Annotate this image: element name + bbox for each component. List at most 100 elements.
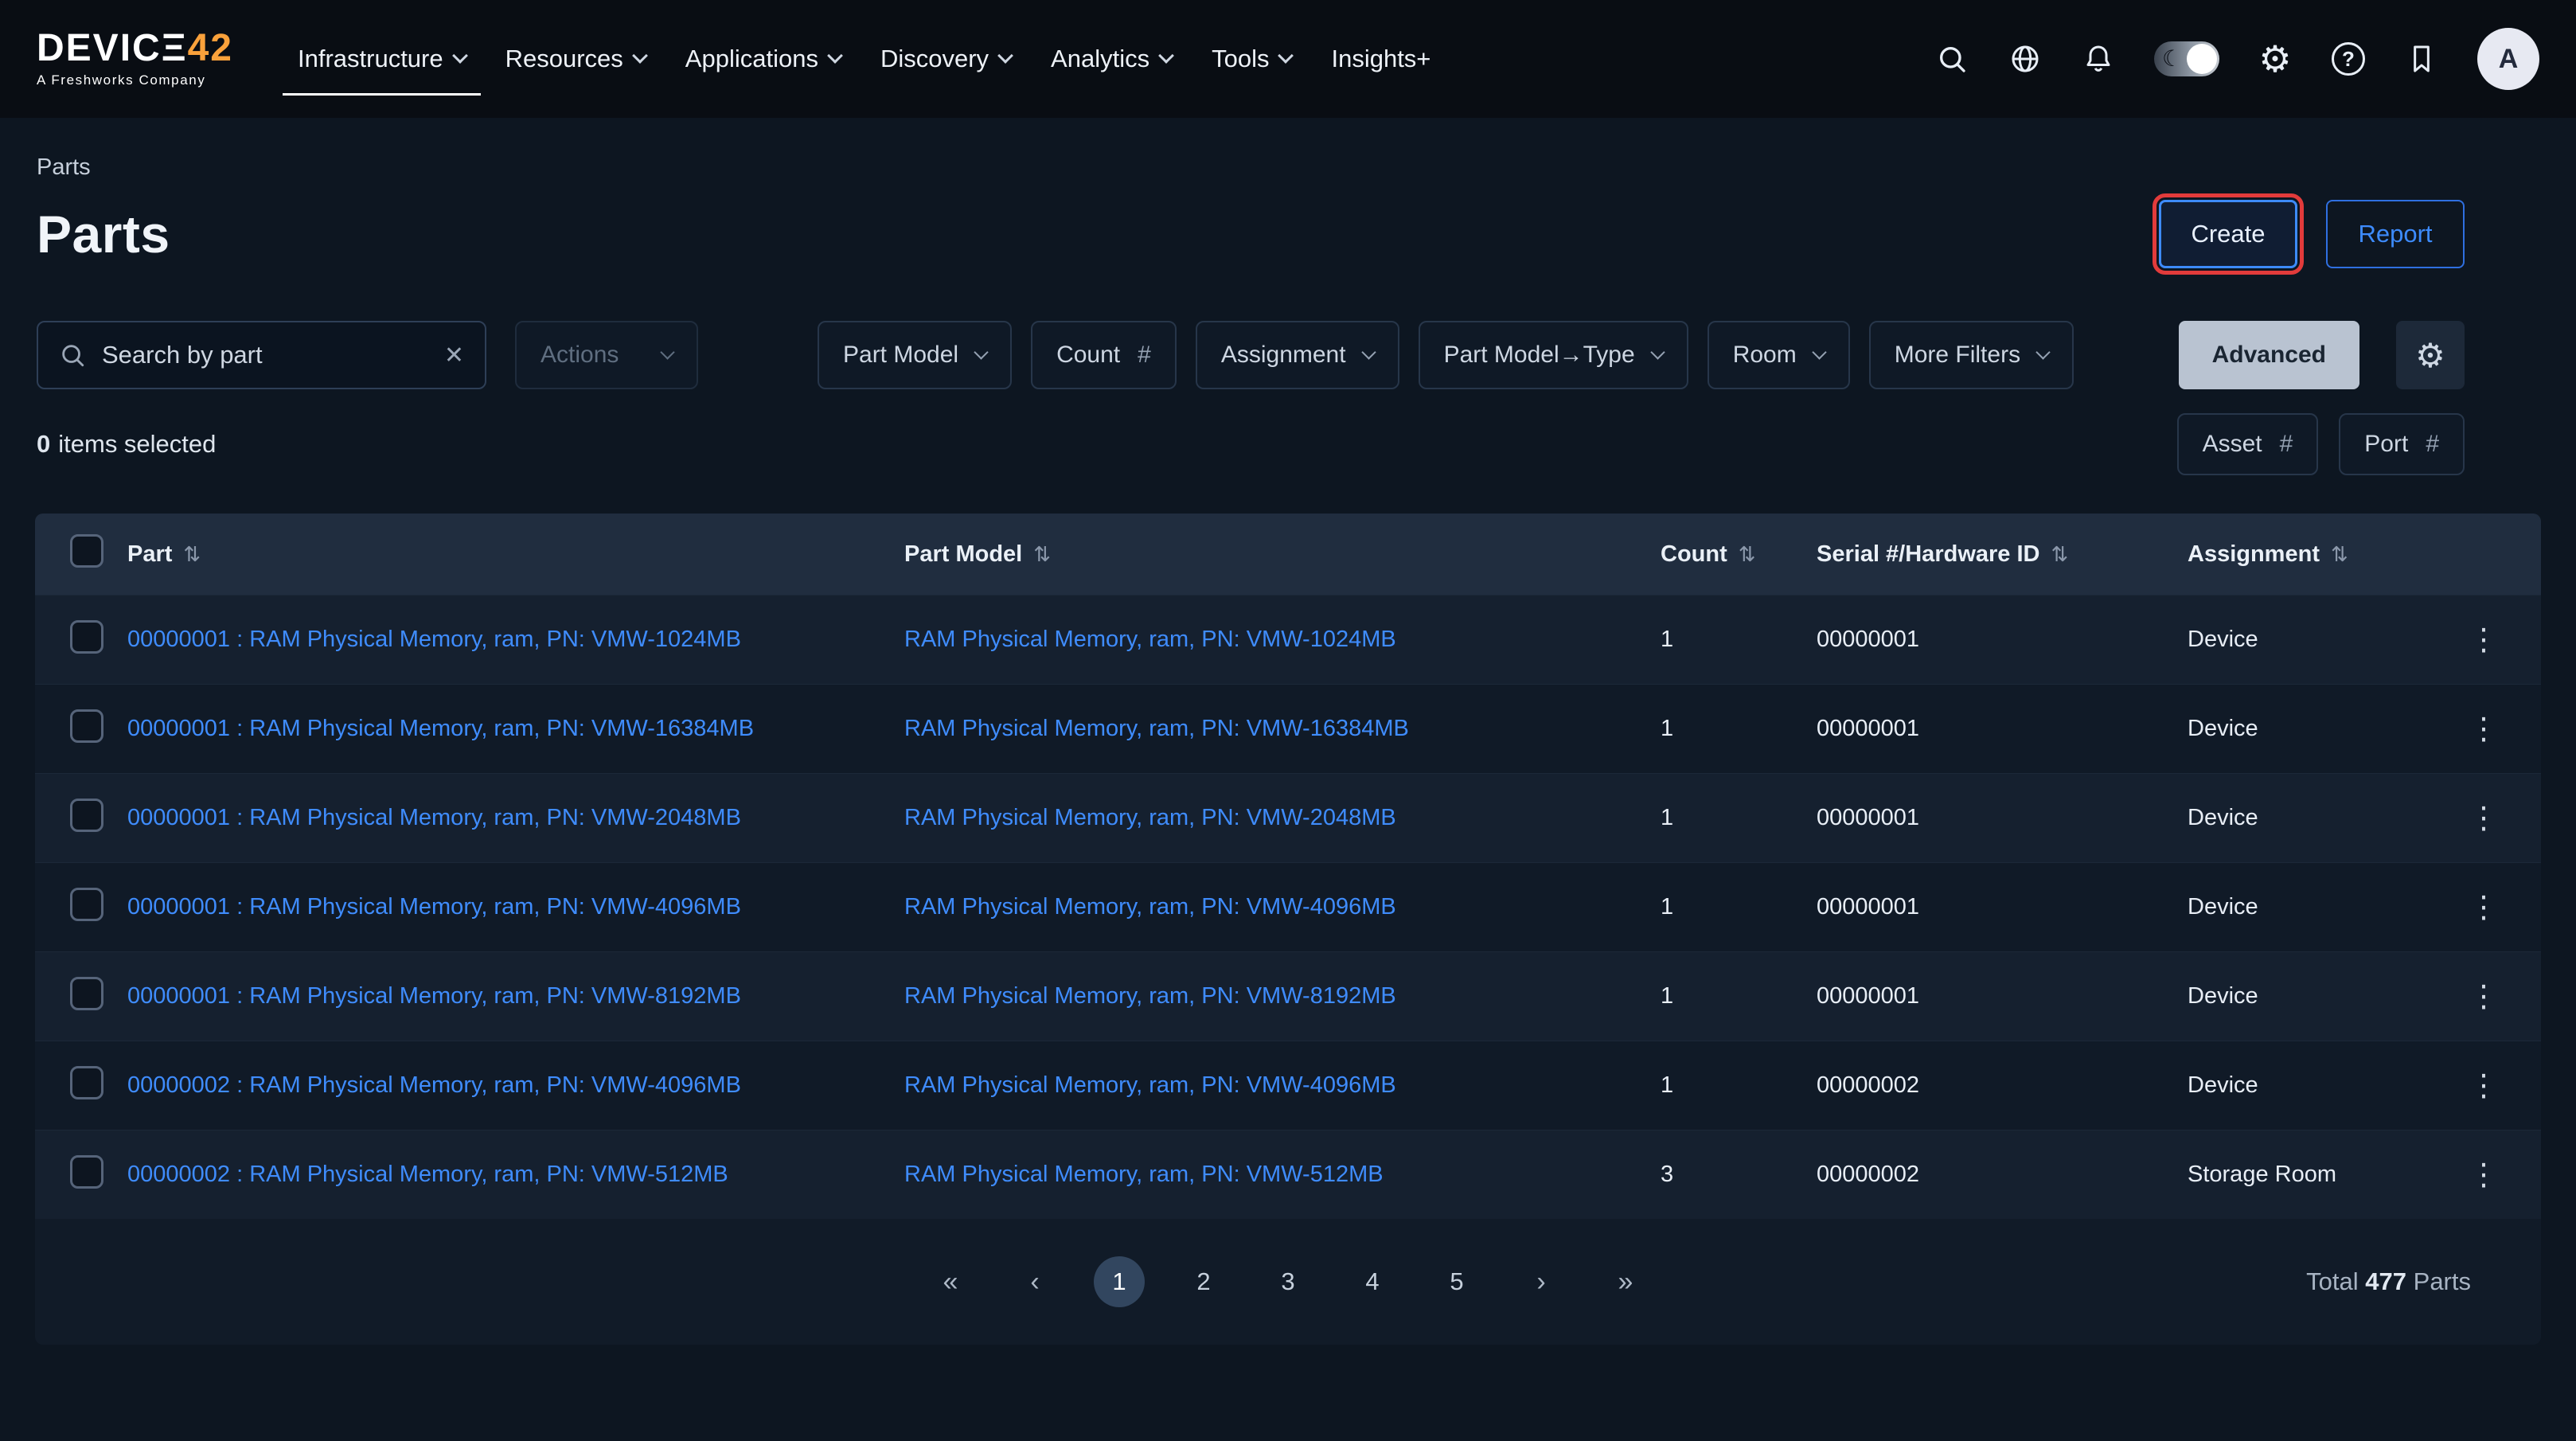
actions-dropdown[interactable]: Actions (515, 321, 698, 389)
row-menu-icon[interactable]: ⋮ (2457, 978, 2510, 1014)
nav-infrastructure[interactable]: Infrastructure (278, 0, 486, 118)
table-row: 00000002 : RAM Physical Memory, ram, PN:… (35, 1041, 2541, 1130)
prev-page-button[interactable]: ‹ (1009, 1256, 1060, 1307)
part-link[interactable]: 00000002 : RAM Physical Memory, ram, PN:… (127, 1162, 728, 1187)
nav-tools[interactable]: Tools (1192, 0, 1311, 118)
part-model-link[interactable]: RAM Physical Memory, ram, PN: VMW-1024MB (904, 627, 1396, 652)
bell-icon[interactable] (2081, 41, 2116, 76)
filter-asset[interactable]: Asset # (2177, 413, 2319, 475)
column-header-count[interactable]: Count ⇅ (1661, 541, 1817, 568)
part-model-link[interactable]: RAM Physical Memory, ram, PN: VMW-2048MB (904, 805, 1396, 830)
nav-analytics[interactable]: Analytics (1031, 0, 1192, 118)
total-count: Total 477 Parts (2306, 1267, 2471, 1296)
nav-applications[interactable]: Applications (665, 0, 861, 118)
filter-room[interactable]: Room (1708, 321, 1850, 389)
chevron-down-icon (2035, 345, 2050, 359)
filter-count[interactable]: Count # (1031, 321, 1177, 389)
filter-port[interactable]: Port # (2339, 413, 2465, 475)
row-checkbox[interactable] (70, 888, 103, 921)
filter-more-filters[interactable]: More Filters (1869, 321, 2074, 389)
column-header-part[interactable]: Part ⇅ (127, 541, 904, 568)
dark-mode-toggle[interactable]: ☾ (2154, 41, 2219, 76)
hash-icon: # (2280, 431, 2293, 458)
search-input[interactable] (102, 341, 428, 369)
row-menu-icon[interactable]: ⋮ (2457, 889, 2510, 925)
hash-icon: # (1138, 342, 1151, 369)
part-link[interactable]: 00000001 : RAM Physical Memory, ram, PN:… (127, 627, 741, 652)
part-model-link[interactable]: RAM Physical Memory, ram, PN: VMW-4096MB (904, 894, 1396, 920)
select-all-checkbox[interactable] (70, 534, 103, 568)
count-cell: 1 (1661, 716, 1817, 742)
nav-discovery[interactable]: Discovery (861, 0, 1031, 118)
advanced-button[interactable]: Advanced (2179, 321, 2359, 389)
moon-icon: ☾ (2162, 45, 2182, 72)
serial-cell: 00000001 (1817, 716, 2188, 742)
sort-icon: ⇅ (1739, 542, 1756, 567)
row-menu-icon[interactable]: ⋮ (2457, 711, 2510, 747)
serial-cell: 00000001 (1817, 627, 2188, 653)
next-page-button[interactable]: › (1516, 1256, 1567, 1307)
filter-part-model[interactable]: Part Model (818, 321, 1012, 389)
chevron-down-icon (1361, 345, 1376, 359)
count-cell: 1 (1661, 627, 1817, 653)
row-checkbox[interactable] (70, 799, 103, 832)
row-menu-icon[interactable]: ⋮ (2457, 1068, 2510, 1103)
row-menu-icon[interactable]: ⋮ (2457, 622, 2510, 658)
row-checkbox[interactable] (70, 1155, 103, 1189)
row-checkbox[interactable] (70, 620, 103, 654)
part-link[interactable]: 00000001 : RAM Physical Memory, ram, PN:… (127, 716, 754, 741)
selected-text: items selected (58, 430, 216, 458)
logo-text: DEVICΞ42 (37, 29, 233, 68)
help-icon[interactable]: ? (2331, 41, 2366, 76)
count-cell: 1 (1661, 894, 1817, 920)
report-button[interactable]: Report (2326, 200, 2465, 268)
row-checkbox[interactable] (70, 709, 103, 743)
device42-logo[interactable]: DEVICΞ42 A Freshworks Company (37, 29, 233, 88)
table-row: 00000001 : RAM Physical Memory, ram, PN:… (35, 773, 2541, 862)
page-button-3[interactable]: 3 (1263, 1256, 1313, 1307)
part-link[interactable]: 00000001 : RAM Physical Memory, ram, PN:… (127, 983, 741, 1009)
page-button-1[interactable]: 1 (1094, 1256, 1145, 1307)
count-cell: 1 (1661, 983, 1817, 1009)
row-menu-icon[interactable]: ⋮ (2457, 800, 2510, 836)
search-box: ✕ (37, 321, 486, 389)
bookmark-icon[interactable] (2404, 41, 2439, 76)
nav-resources[interactable]: Resources (486, 0, 665, 118)
filter-part-model-type[interactable]: Part Model→Type (1419, 321, 1688, 389)
gear-icon: ⚙ (2415, 336, 2445, 375)
part-model-link[interactable]: RAM Physical Memory, ram, PN: VMW-8192MB (904, 983, 1396, 1009)
page-button-5[interactable]: 5 (1431, 1256, 1482, 1307)
globe-icon[interactable] (2008, 41, 2043, 76)
filter-settings-button[interactable]: ⚙ (2396, 321, 2465, 389)
chevron-down-icon (827, 48, 843, 64)
sort-icon: ⇅ (1033, 542, 1051, 567)
page-button-2[interactable]: 2 (1178, 1256, 1229, 1307)
search-icon[interactable] (1934, 41, 1969, 76)
column-header-serial[interactable]: Serial #/Hardware ID ⇅ (1817, 541, 2188, 568)
avatar[interactable]: A (2477, 28, 2539, 90)
last-page-button[interactable]: » (1600, 1256, 1651, 1307)
first-page-button[interactable]: « (925, 1256, 976, 1307)
create-button[interactable]: Create (2159, 200, 2297, 268)
nav-insights[interactable]: Insights+ (1311, 0, 1450, 118)
clear-search-icon[interactable]: ✕ (444, 342, 464, 369)
part-link[interactable]: 00000002 : RAM Physical Memory, ram, PN:… (127, 1072, 741, 1098)
part-model-link[interactable]: RAM Physical Memory, ram, PN: VMW-4096MB (904, 1072, 1396, 1098)
nav-infrastructure-label: Infrastructure (298, 45, 443, 73)
filter-assignment[interactable]: Assignment (1196, 321, 1399, 389)
part-model-link[interactable]: RAM Physical Memory, ram, PN: VMW-16384M… (904, 716, 1409, 741)
part-model-link[interactable]: RAM Physical Memory, ram, PN: VMW-512MB (904, 1162, 1384, 1187)
row-menu-icon[interactable]: ⋮ (2457, 1157, 2510, 1193)
breadcrumb[interactable]: Parts (37, 154, 91, 181)
column-header-assignment[interactable]: Assignment ⇅ (2188, 541, 2426, 568)
count-cell: 1 (1661, 1072, 1817, 1099)
row-checkbox[interactable] (70, 1066, 103, 1099)
page-button-4[interactable]: 4 (1347, 1256, 1398, 1307)
part-link[interactable]: 00000001 : RAM Physical Memory, ram, PN:… (127, 894, 741, 920)
column-header-part-model[interactable]: Part Model ⇅ (904, 541, 1661, 568)
search-icon (59, 342, 86, 369)
row-checkbox[interactable] (70, 977, 103, 1010)
part-link[interactable]: 00000001 : RAM Physical Memory, ram, PN:… (127, 805, 741, 830)
nav-applications-label: Applications (685, 45, 818, 73)
settings-gear-icon[interactable]: ⚙ (2258, 41, 2293, 76)
